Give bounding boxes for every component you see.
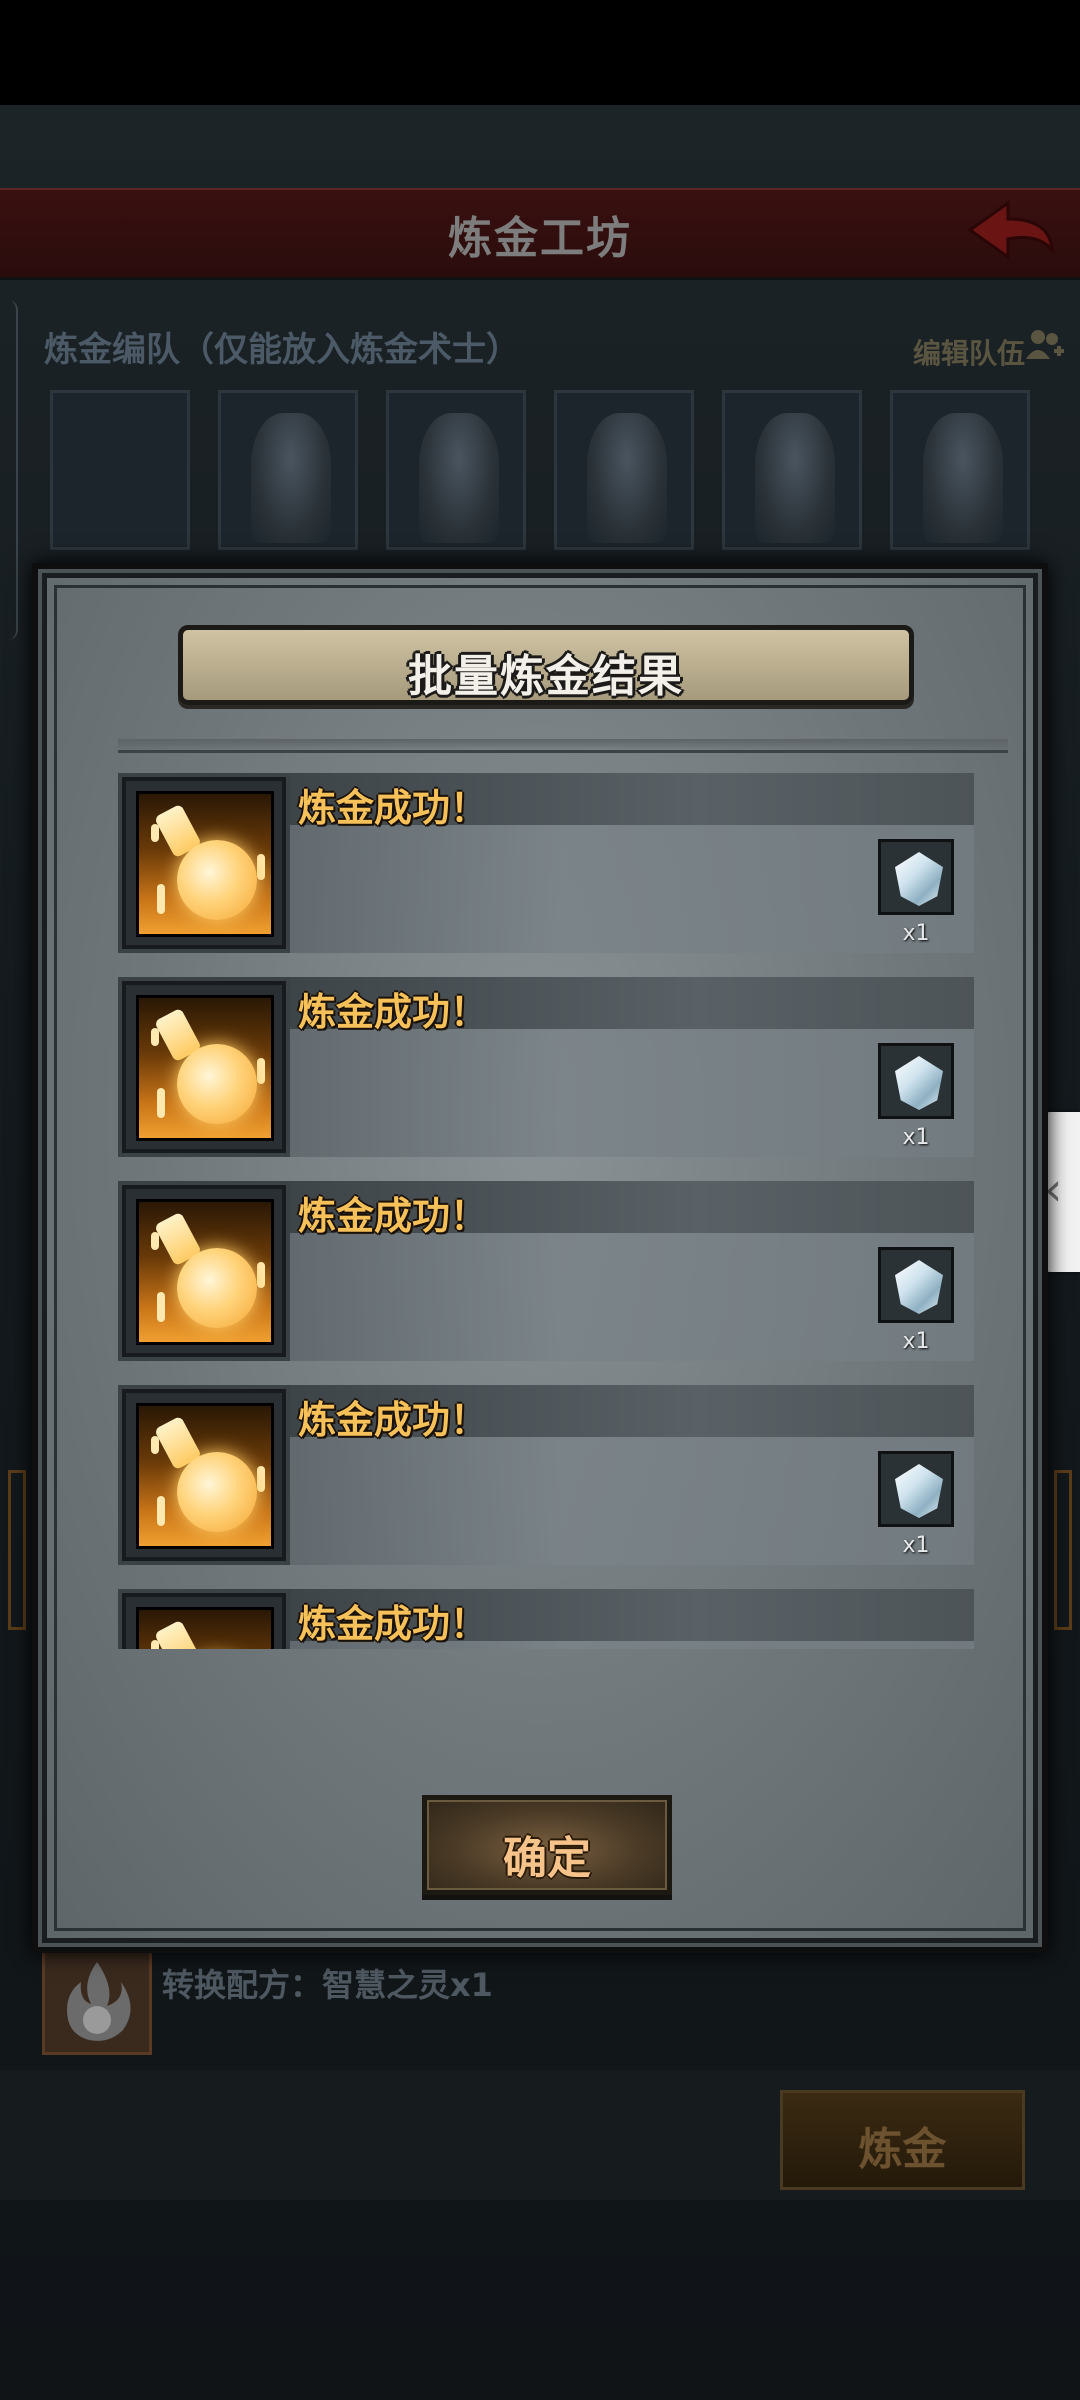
team-slot[interactable]	[218, 390, 358, 550]
reward-quantity: x1	[902, 1329, 930, 1354]
potion-icon	[136, 995, 274, 1141]
reward-quantity: x1	[902, 1533, 930, 1558]
reward-item[interactable]	[878, 1451, 954, 1527]
potion-icon-frame	[118, 977, 290, 1157]
potion-icon-frame	[118, 1589, 290, 1649]
team-slot[interactable]	[50, 390, 190, 550]
recipe-spirit-icon	[42, 1945, 152, 2055]
potion-icon	[136, 1607, 274, 1649]
result-status-text: 炼金成功！	[298, 1398, 489, 1442]
result-row: 炼金成功！ x1	[118, 977, 974, 1162]
potion-icon	[136, 791, 274, 937]
result-status-text: 炼金成功！	[298, 1602, 489, 1646]
result-row: 炼金成功！ x1	[118, 1181, 974, 1366]
crystal-icon	[895, 1260, 943, 1314]
elf-avatar	[251, 413, 331, 543]
reward-quantity: x1	[902, 921, 930, 946]
back-arrow-icon[interactable]	[960, 195, 1060, 265]
result-row: 炼金成功！x1	[118, 1589, 974, 1649]
alchemy-button[interactable]: 炼金	[780, 2090, 1025, 2190]
batch-alchemy-result-dialog: 批量炼金结果 炼金成功！ x1 炼金成功！ x1 炼金成功！ x1 炼金成功！ x1 炼金成功！…	[32, 563, 1048, 1953]
result-status-text: 炼金成功！	[298, 1194, 489, 1238]
crystal-icon	[895, 1056, 943, 1110]
potion-icon-frame	[118, 1181, 290, 1361]
team-slot[interactable]	[386, 390, 526, 550]
result-row: 炼金成功！ x1	[118, 1385, 974, 1570]
elf-avatar	[923, 413, 1003, 543]
result-row: 炼金成功！ x1	[118, 773, 974, 958]
team-slot[interactable]	[890, 390, 1030, 550]
dialog-title-banner: 批量炼金结果	[178, 625, 914, 705]
result-status-text: 炼金成功！	[298, 786, 489, 830]
list-scroll-edge	[118, 739, 1008, 753]
team-slot[interactable]	[554, 390, 694, 550]
reward-item[interactable]	[878, 1043, 954, 1119]
reward-quantity: x1	[902, 1125, 930, 1150]
bg-title: 炼金工坊	[448, 213, 632, 264]
recipe-text: 转换配方：智慧之灵x1	[162, 1966, 493, 2004]
crystal-icon	[895, 1464, 943, 1518]
reward-item[interactable]	[878, 839, 954, 915]
crystal-icon	[895, 852, 943, 906]
elf-avatar	[587, 413, 667, 543]
potion-icon-frame	[118, 1385, 290, 1565]
left-edge-handle	[0, 300, 18, 640]
result-status-text: 炼金成功！	[298, 990, 489, 1034]
reward-item[interactable]	[878, 1247, 954, 1323]
potion-icon-frame	[118, 773, 290, 953]
bg-edit-team-button[interactable]: 编辑队伍	[913, 332, 1025, 372]
bg-side-ornament	[8, 1470, 26, 1630]
alchemy-button-label: 炼金	[858, 2124, 947, 2175]
team-edit-icon	[1026, 330, 1064, 359]
bg-team-label: 炼金编队（仅能放入炼金术士）	[44, 330, 520, 370]
bg-side-ornament	[1054, 1470, 1072, 1630]
confirm-button-label: 确定	[503, 1833, 591, 1884]
elf-avatar	[755, 413, 835, 543]
dialog-title: 批量炼金结果	[408, 651, 684, 702]
potion-icon	[136, 1199, 274, 1345]
confirm-button[interactable]: 确定	[422, 1795, 672, 1895]
potion-icon	[136, 1403, 274, 1549]
elf-avatar	[419, 413, 499, 543]
team-slot[interactable]	[722, 390, 862, 550]
result-list[interactable]: 炼金成功！x1炼金成功！x1炼金成功！x1炼金成功！x1炼金成功！x1	[118, 739, 1008, 1649]
